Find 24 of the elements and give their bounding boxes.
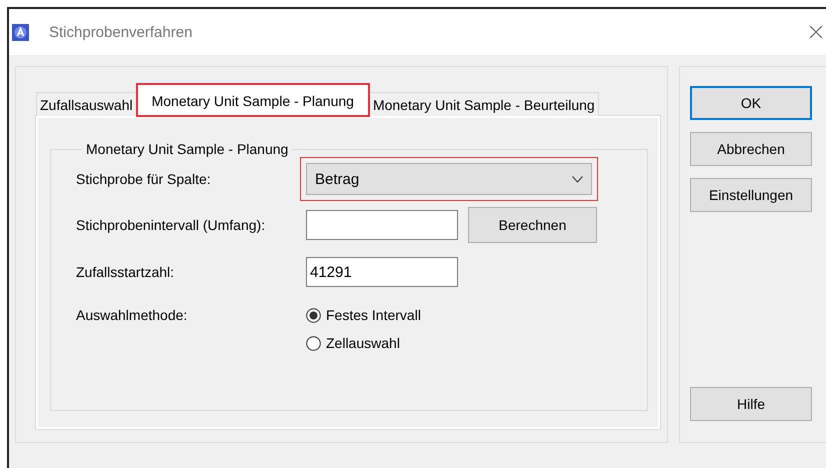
- tab[interactable]: Monetary Unit Sample - Beurteilung: [368, 92, 599, 116]
- field-label: Auswahlmethode:: [76, 307, 188, 323]
- app-icon: [12, 24, 29, 40]
- tab[interactable]: Monetary Unit Sample - Planung: [136, 84, 369, 116]
- field-label: Zufallsstartzahl:: [76, 264, 176, 280]
- close-icon[interactable]: [809, 25, 823, 39]
- dialog-button[interactable]: Einstellungen: [690, 178, 812, 212]
- dialog-button[interactable]: OK: [690, 86, 812, 120]
- window-title: Stichprobenverfahren: [49, 24, 192, 40]
- chevron-down-icon: [572, 176, 583, 182]
- field-label: Stichprobenintervall (Umfang):: [76, 217, 266, 233]
- radio-label[interactable]: Zellauswahl: [326, 335, 400, 351]
- calculate-button[interactable]: Berechnen: [468, 207, 597, 243]
- field-label: Stichprobe für Spalte:: [76, 171, 212, 187]
- radio-button[interactable]: [306, 336, 321, 350]
- seed-field[interactable]: 41291: [306, 257, 458, 287]
- column-dropdown[interactable]: Betrag: [306, 163, 592, 195]
- tab[interactable]: Zufallsauswahl: [36, 92, 137, 116]
- interval-field[interactable]: [306, 210, 458, 240]
- radio-label[interactable]: Festes Intervall: [326, 307, 421, 323]
- dialog-button[interactable]: Hilfe: [690, 387, 812, 421]
- radio-button[interactable]: [306, 308, 321, 322]
- dialog-button[interactable]: Abbrechen: [690, 132, 812, 166]
- group-title: Monetary Unit Sample - Planung: [85, 141, 290, 157]
